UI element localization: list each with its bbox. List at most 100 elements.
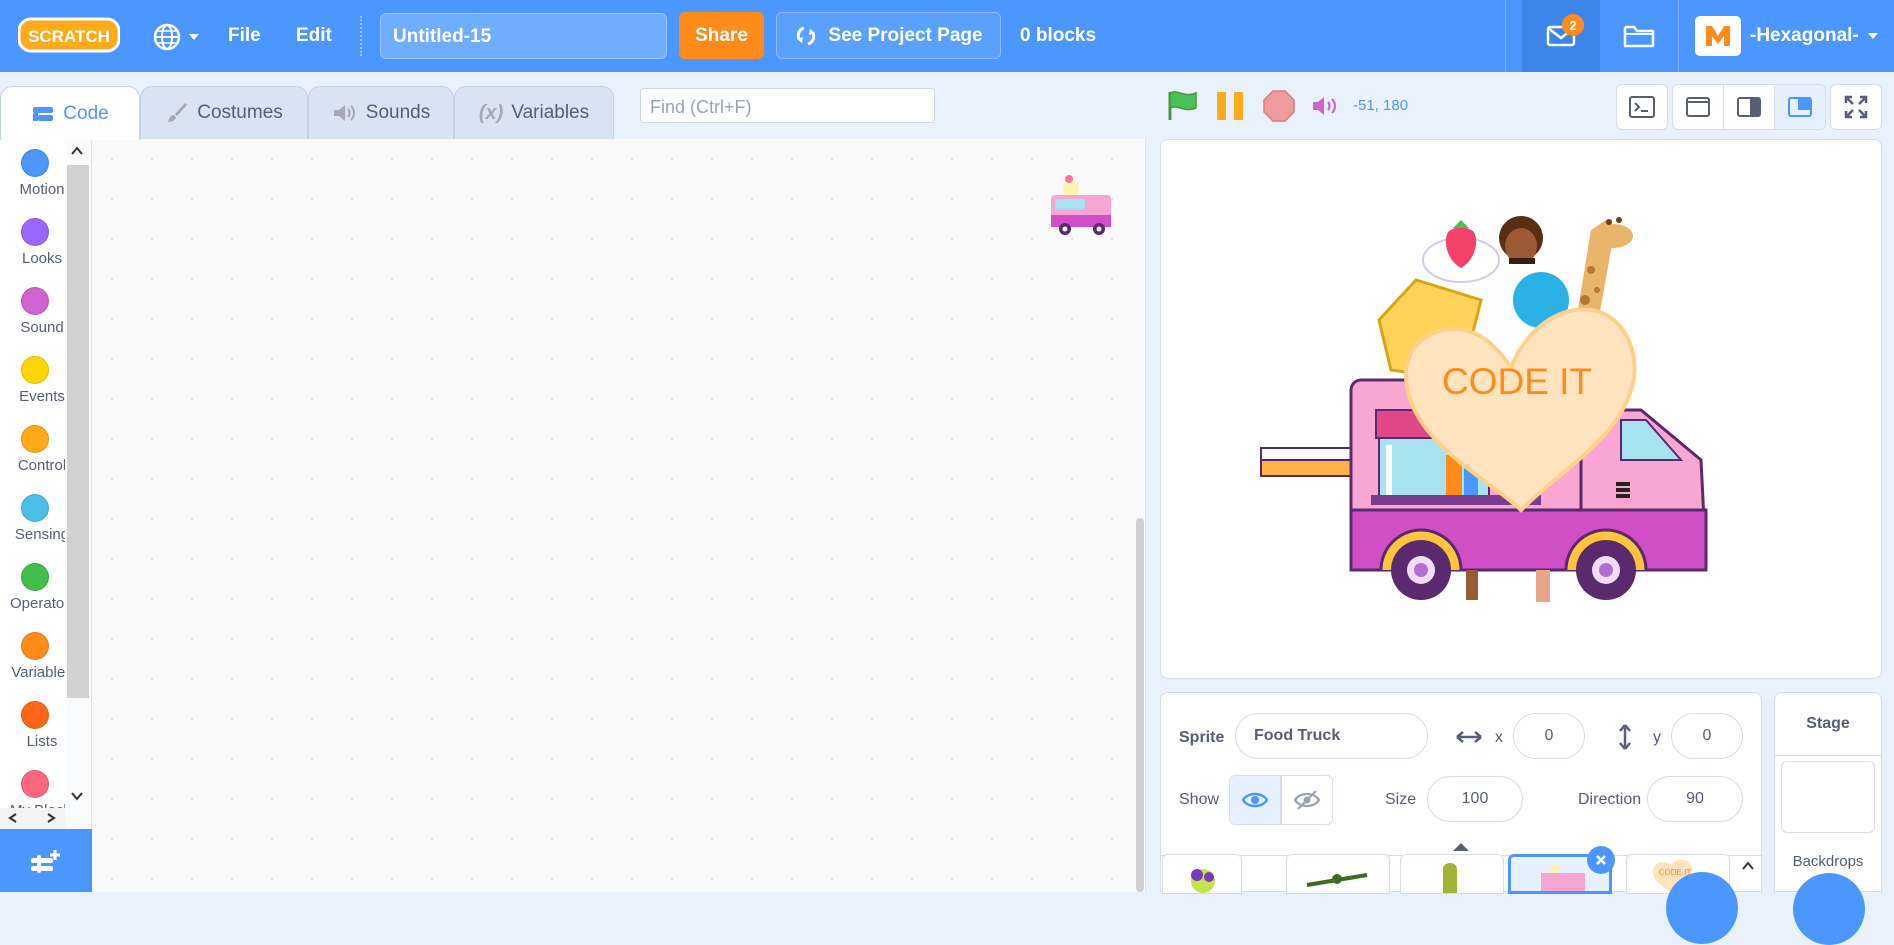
- pause-icon: [1217, 92, 1243, 120]
- x-label: x: [1495, 729, 1503, 746]
- paintbrush-icon: [168, 103, 188, 122]
- find-input[interactable]: Find (Ctrl+F): [640, 88, 935, 123]
- category-color-dot: [21, 356, 49, 384]
- username-label: -Hexagonal-: [1750, 25, 1859, 46]
- tab-sounds[interactable]: Sounds: [308, 86, 454, 139]
- scroll-right-icon[interactable]: [46, 812, 56, 824]
- sprite-thumbnail[interactable]: [1286, 854, 1390, 894]
- speaker-icon: [333, 105, 355, 121]
- stage-title: Stage: [1806, 715, 1850, 732]
- mouse-coordinates: -51, 180: [1353, 97, 1409, 114]
- tab-code[interactable]: Code: [0, 86, 140, 140]
- category-sensing[interactable]: Sensing: [0, 494, 70, 543]
- sprite-preview-thumbnail: [1047, 169, 1123, 246]
- folder-icon: [1623, 25, 1655, 48]
- choose-sprite-button[interactable]: [1666, 872, 1738, 944]
- panel-divider: [1775, 755, 1881, 756]
- person-sprite: [1499, 216, 1543, 264]
- code-workspace[interactable]: [92, 139, 1146, 892]
- see-project-page-button[interactable]: See Project Page: [776, 12, 1001, 59]
- category-events[interactable]: Events: [0, 356, 70, 405]
- stage-canvas[interactable]: CODE IT: [1160, 139, 1882, 679]
- sprite-list-scroll-up-icon[interactable]: [1741, 861, 1755, 871]
- stage-thumbnail[interactable]: [1781, 761, 1875, 833]
- share-button[interactable]: Share: [679, 12, 764, 59]
- sound-toggle[interactable]: [1311, 94, 1341, 123]
- file-menu[interactable]: File: [228, 0, 261, 72]
- scratch-logo[interactable]: SCRATCH: [17, 16, 121, 54]
- variable-icon: (x): [478, 101, 504, 124]
- code-blocks-icon: [33, 106, 54, 121]
- scroll-up-icon[interactable]: [70, 143, 84, 161]
- account-menu[interactable]: -Hexagonal-: [1750, 0, 1879, 72]
- size-input[interactable]: 100: [1427, 776, 1523, 822]
- fullscreen-button[interactable]: [1830, 84, 1882, 130]
- edit-menu[interactable]: Edit: [296, 0, 332, 72]
- split-layout-icon: [1737, 97, 1761, 117]
- backdrops-label: Backdrops: [1792, 853, 1864, 870]
- stage-selector-panel[interactable]: Stage Backdrops: [1774, 692, 1882, 945]
- close-icon: [1596, 855, 1606, 865]
- category-looks[interactable]: Looks: [0, 218, 70, 267]
- category-sound[interactable]: Sound: [0, 287, 70, 336]
- show-sprite-button[interactable]: [1229, 775, 1281, 825]
- speaker-icon: [1313, 97, 1337, 115]
- category-variables[interactable]: Variables: [0, 632, 73, 681]
- direction-input[interactable]: 90: [1647, 776, 1743, 822]
- category-color-dot: [21, 425, 49, 453]
- y-label: y: [1653, 729, 1661, 746]
- category-color-dot: [21, 218, 49, 246]
- category-color-dot: [21, 701, 49, 729]
- category-color-dot: [21, 287, 49, 315]
- large-stage-icon: [1788, 97, 1812, 117]
- sprite-thumbnail[interactable]: [1400, 854, 1504, 894]
- palette-hscrollbar[interactable]: [0, 808, 65, 828]
- category-color-dot: [21, 770, 49, 798]
- hide-sprite-button[interactable]: [1281, 775, 1333, 825]
- delete-sprite-button[interactable]: [1587, 846, 1615, 874]
- scroll-down-icon[interactable]: [70, 788, 84, 806]
- terminal-icon: [1629, 96, 1655, 118]
- heart-text: CODE IT: [1442, 361, 1592, 402]
- direction-label: Direction: [1578, 791, 1642, 808]
- scroll-left-icon[interactable]: [8, 812, 18, 824]
- console-button[interactable]: [1616, 84, 1668, 130]
- small-stage-icon: [1686, 97, 1710, 117]
- workspace-scroll-thumb[interactable]: [1136, 518, 1144, 892]
- palette-scroll-thumb[interactable]: [67, 165, 89, 698]
- category-operators[interactable]: Operators: [0, 563, 74, 612]
- pause-button[interactable]: [1214, 90, 1246, 127]
- blocks-count: 0 blocks: [1020, 25, 1097, 46]
- tab-sounds-label: Sounds: [365, 102, 431, 123]
- messages-button[interactable]: 2: [1522, 0, 1600, 72]
- x-input[interactable]: 0: [1513, 713, 1585, 759]
- avatar[interactable]: [1695, 16, 1741, 56]
- project-title-input[interactable]: Untitled-15: [380, 13, 667, 59]
- stop-button[interactable]: [1263, 90, 1295, 127]
- y-input[interactable]: 0: [1671, 713, 1743, 759]
- category-motion[interactable]: Motion: [0, 149, 70, 198]
- size-label: Size: [1385, 791, 1417, 808]
- small-stage-button[interactable]: [1672, 84, 1724, 130]
- sprite-thumbnail[interactable]: [1162, 854, 1242, 894]
- menu-divider: [1505, 0, 1506, 72]
- tab-costumes[interactable]: Costumes: [140, 86, 308, 139]
- fullscreen-icon: [1844, 95, 1868, 119]
- sprite-name-input[interactable]: Food Truck: [1235, 713, 1428, 759]
- chevron-down-icon: [1867, 33, 1878, 39]
- green-flag-button[interactable]: [1166, 90, 1200, 127]
- category-lists[interactable]: Lists: [0, 701, 70, 750]
- menu-bar: SCRATCH File Edit Untitled-15 Share See …: [0, 0, 1894, 72]
- tab-variables[interactable]: (x) Variables: [454, 86, 614, 139]
- x-arrows-icon: [1456, 731, 1482, 743]
- my-stuff-button[interactable]: [1614, 0, 1664, 72]
- large-stage-button[interactable]: [1774, 84, 1826, 130]
- collapse-handle-icon[interactable]: [1452, 842, 1470, 852]
- normal-stage-button[interactable]: [1723, 84, 1775, 130]
- stop-icon: [1263, 90, 1295, 122]
- language-menu[interactable]: [152, 22, 204, 52]
- tab-variables-label: Variables: [511, 102, 590, 123]
- category-control[interactable]: Control: [0, 425, 70, 474]
- choose-backdrop-button[interactable]: [1793, 873, 1865, 945]
- add-extension-button[interactable]: [0, 829, 92, 892]
